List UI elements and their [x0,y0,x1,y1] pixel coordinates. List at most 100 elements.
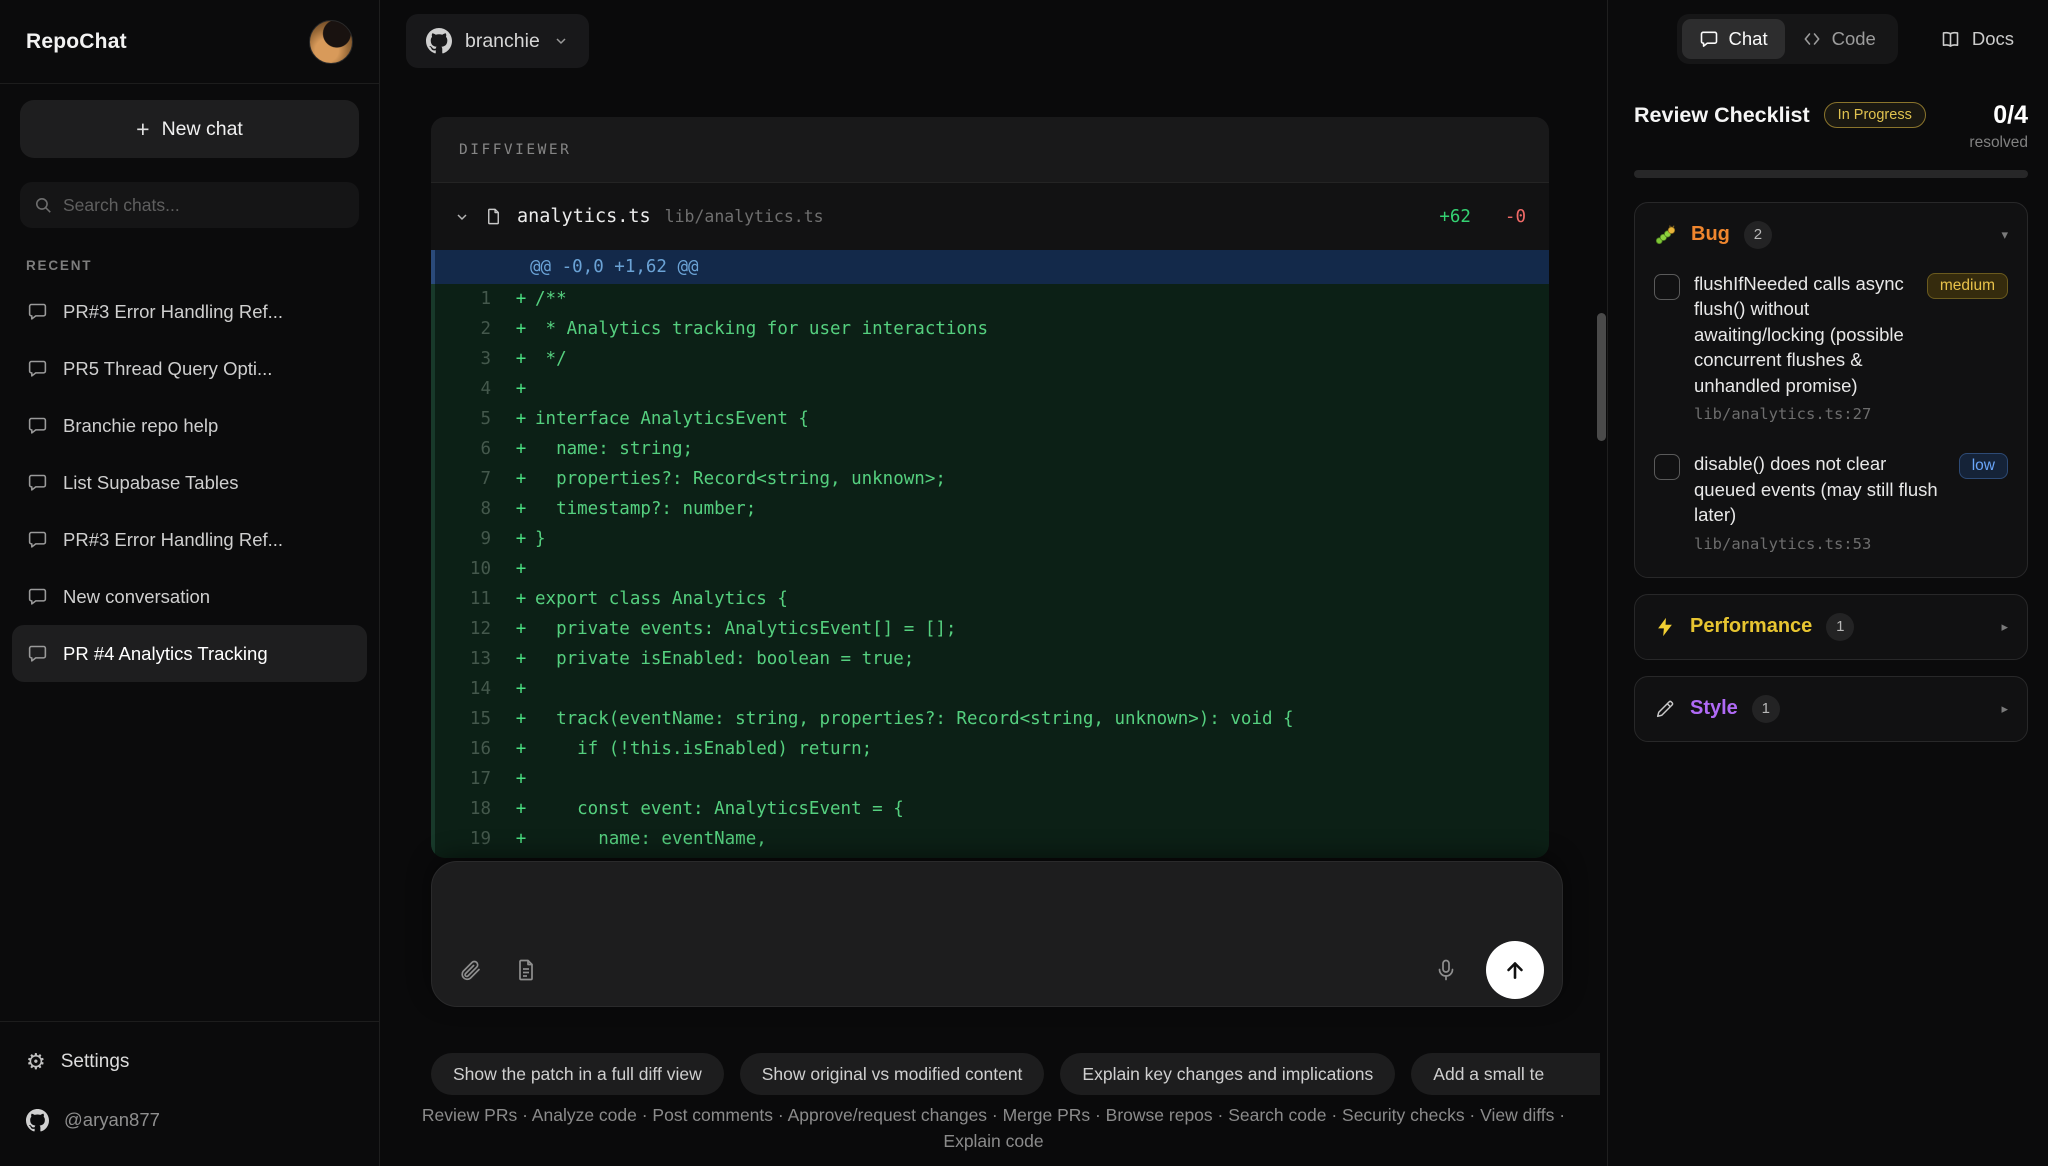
item-checkbox[interactable] [1654,454,1680,480]
search-chats-box [20,182,359,228]
suggestion-chip[interactable]: Add a small te [1411,1053,1600,1095]
suggestion-chip[interactable]: Explain key changes and implications [1060,1053,1395,1095]
diff-line: 7+ properties?: Record<string, unknown>; [431,464,1549,494]
gear-icon: ⚙ [26,1051,46,1073]
attach-file-button[interactable] [454,954,486,986]
new-chat-label: New chat [162,118,243,141]
section-style-header[interactable]: Style 1 ▸ [1635,677,2027,741]
account-button[interactable]: @aryan877 [26,1096,353,1144]
voice-input-button[interactable] [1430,954,1462,986]
chat-item[interactable]: List Supabase Tables [12,454,367,511]
review-panel: Chat Code Docs Review Checklist In Progr… [1607,0,2048,1166]
capabilities-footer: Review PRs · Analyze code · Post comment… [380,1102,1607,1155]
app-title: RepoChat [26,30,127,54]
message-composer [431,861,1563,1007]
diff-line: 16+ if (!this.isEnabled) return; [431,734,1549,764]
view-tabs: Chat Code Docs [1634,14,2028,64]
diff-line: 8+ timestamp?: number; [431,494,1549,524]
settings-button[interactable]: ⚙ Settings [26,1038,353,1086]
section-performance: Performance 1 ▸ [1634,594,2028,660]
item-checkbox[interactable] [1654,274,1680,300]
lightning-icon [1654,616,1676,638]
repo-selector[interactable]: branchie [406,14,589,68]
github-icon [426,28,452,54]
diff-line: 4+ [431,374,1549,404]
plus-icon: + [136,116,149,143]
diff-file-path: lib/analytics.ts [665,207,824,226]
new-chat-button[interactable]: + New chat [20,100,359,158]
sidebar-header: RepoChat [0,0,379,84]
resolved-label: resolved [1969,134,2028,152]
diff-line: 10+ [431,554,1549,584]
section-performance-header[interactable]: Performance 1 ▸ [1635,595,2027,659]
diff-line: 11+export class Analytics { [431,584,1549,614]
item-text: disable() does not clear queued events (… [1694,451,1945,528]
composer-toolbar [432,944,1562,1006]
tab-docs[interactable]: Docs [1940,28,2014,50]
deletions-count: -0 [1505,207,1526,227]
book-icon [1940,29,1961,50]
checklist-header: Review Checklist In Progress 0/4 resolve… [1634,102,2028,152]
section-bug-count: 2 [1744,221,1772,249]
chat-list: PR#3 Error Handling Ref... PR5 Thread Qu… [0,283,379,682]
chat-item[interactable]: Branchie repo help [12,397,367,454]
collapse-chevron-icon[interactable] [454,209,470,225]
scrollbar-thumb[interactable] [1597,313,1606,441]
send-button[interactable] [1486,941,1544,999]
chat-bubble-icon [27,529,48,550]
resolved-count: 0/4 [1969,102,2028,130]
diff-line: 12+ private events: AnalyticsEvent[] = [… [431,614,1549,644]
recent-label: RECENT [26,258,353,273]
diff-line: 13+ private isEnabled: boolean = true; [431,644,1549,674]
code-brackets-icon [1802,29,1822,49]
github-icon [26,1109,49,1132]
chat-bubble-icon [27,586,48,607]
search-input[interactable] [63,195,345,216]
tab-code[interactable]: Code [1785,19,1893,59]
chat-item[interactable]: PR5 Thread Query Opti... [12,340,367,397]
diff-line: 1+/** [431,284,1549,314]
item-location: lib/analytics.ts:27 [1694,405,1913,423]
diff-code-area: @@ -0,0 +1,62 @@ 1+/** 2+ * Analytics tr… [431,250,1549,858]
message-input[interactable] [432,862,1562,944]
pencil-icon [1654,698,1676,720]
diff-file-name: analytics.ts [517,206,651,227]
severity-badge: medium [1927,273,2008,299]
search-icon [34,196,53,215]
chat-bubble-icon [27,415,48,436]
status-badge: In Progress [1824,102,1926,128]
sidebar-footer: ⚙ Settings @aryan877 [0,1021,379,1166]
arrow-up-icon [1502,957,1528,983]
item-location: lib/analytics.ts:53 [1694,535,1945,553]
chat-item-active[interactable]: PR #4 Analytics Tracking [12,625,367,682]
diff-line: 2+ * Analytics tracking for user interac… [431,314,1549,344]
chat-item[interactable]: PR#3 Error Handling Ref... [12,511,367,568]
sidebar: RepoChat + New chat RECENT PR#3 Error Ha… [0,0,380,1166]
app-root: RepoChat + New chat RECENT PR#3 Error Ha… [0,0,2048,1166]
bug-icon [1654,223,1677,246]
suggestion-chip[interactable]: Show original vs modified content [740,1053,1045,1095]
hunk-header: @@ -0,0 +1,62 @@ [431,250,1549,284]
additions-count: +62 [1439,207,1471,227]
diff-line: 9+} [431,524,1549,554]
main-area: branchie DIFFVIEWER analytics.ts lib/ana… [380,0,1607,1166]
chat-item[interactable]: New conversation [12,568,367,625]
diff-line: 5+interface AnalyticsEvent { [431,404,1549,434]
checklist-progress-bar [1634,170,2028,178]
attach-document-button[interactable] [510,954,542,986]
paperclip-icon [458,958,482,982]
chat-bubble-icon [27,301,48,322]
tab-chat[interactable]: Chat [1682,19,1785,59]
diff-line: 19+ name: eventName, [431,824,1549,854]
section-performance-count: 1 [1826,613,1854,641]
suggestion-chip[interactable]: Show the patch in a full diff view [431,1053,724,1095]
checklist-item: disable() does not clear queued events (… [1654,451,2008,553]
diff-file-row[interactable]: analytics.ts lib/analytics.ts +62 -0 [431,182,1549,250]
document-icon [514,958,538,982]
section-bug-header[interactable]: Bug 2 ▾ [1635,203,2027,267]
checklist-title: Review Checklist [1634,103,1810,128]
diff-panel-title: DIFFVIEWER [459,142,571,158]
chat-bubble-icon [27,358,48,379]
chat-item[interactable]: PR#3 Error Handling Ref... [12,283,367,340]
user-avatar[interactable] [309,20,353,64]
